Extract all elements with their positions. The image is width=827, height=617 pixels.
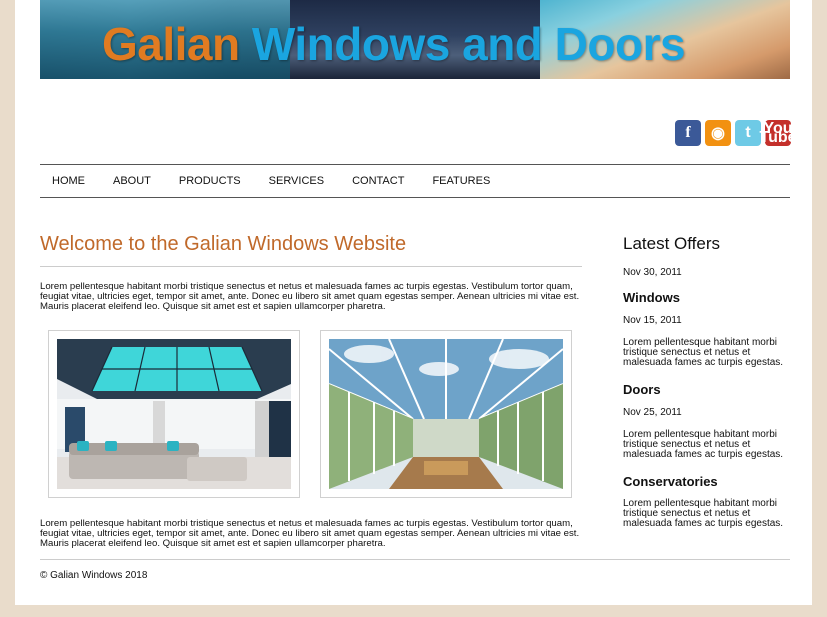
offer-title-conservatories[interactable]: Conservatories	[623, 474, 793, 489]
site-logo-title[interactable]: Galian Windows and Doors	[102, 16, 686, 72]
header-banner: Galian Windows and Doors	[40, 0, 790, 79]
offer-text-windows: Lorem pellentesque habitant morbi tristi…	[623, 337, 784, 368]
intro-paragraph: Lorem pellentesque habitant morbi tristi…	[40, 281, 580, 312]
offer-date-doors: Nov 25, 2011	[623, 407, 682, 418]
orangery-image	[57, 339, 291, 489]
nav-contact[interactable]: CONTACT	[340, 175, 416, 187]
footer-divider	[40, 559, 790, 560]
offer-date-windows: Nov 15, 2011	[623, 315, 682, 326]
facebook-icon[interactable]: f	[675, 120, 701, 146]
rss-icon[interactable]: ◉	[705, 120, 731, 146]
twitter-icon[interactable]: t	[735, 120, 761, 146]
offer-title-windows[interactable]: Windows	[623, 290, 793, 305]
second-paragraph: Lorem pellentesque habitant morbi tristi…	[40, 518, 580, 549]
offer-text-doors: Lorem pellentesque habitant morbi tristi…	[623, 429, 784, 460]
youtube-icon-bottom: Tube	[759, 129, 797, 146]
nav-about[interactable]: ABOUT	[101, 175, 163, 187]
youtube-icon[interactable]: You Tube	[759, 120, 797, 146]
photo-orangery-interior[interactable]	[48, 330, 300, 498]
nav-services[interactable]: SERVICES	[257, 175, 336, 187]
main-nav: HOME ABOUT PRODUCTS SERVICES CONTACT FEA…	[40, 164, 790, 198]
offer-title-doors[interactable]: Doors	[623, 382, 793, 397]
nav-products[interactable]: PRODUCTS	[167, 175, 253, 187]
nav-home[interactable]: HOME	[40, 175, 97, 187]
nav-features[interactable]: FEATURES	[420, 175, 502, 187]
offer-date: Nov 30, 2011	[623, 267, 682, 278]
offer-text-conservatories: Lorem pellentesque habitant morbi tristi…	[623, 498, 784, 529]
conservatory-image	[329, 339, 563, 489]
social-links: f ◉ t You Tube	[675, 120, 797, 146]
page-container: Galian Windows and Doors f ◉ t You Tube …	[15, 0, 812, 605]
logo-part-windows-doors: Windows and Doors	[251, 18, 686, 70]
footer-copyright: © Galian Windows 2018	[40, 570, 148, 581]
page-title: Welcome to the Galian Windows Website	[40, 233, 582, 267]
sidebar-latest-offers: Latest Offers Nov 30, 2011 Windows Nov 1…	[623, 234, 793, 543]
logo-part-galian: Galian	[102, 18, 240, 70]
photo-conservatory-interior[interactable]	[320, 330, 572, 498]
sidebar-heading: Latest Offers	[623, 234, 721, 253]
